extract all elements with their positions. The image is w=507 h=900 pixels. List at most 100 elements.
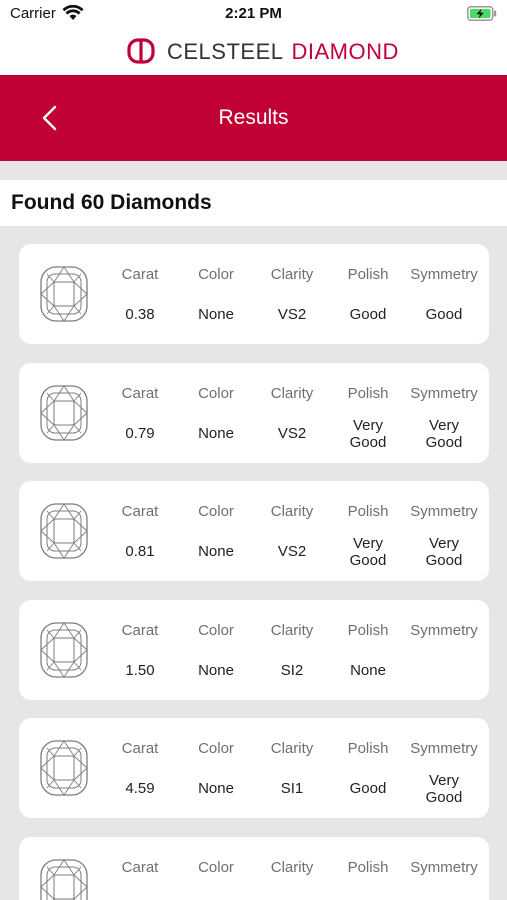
column-color: Color None	[177, 363, 255, 463]
polish-label: Polish	[347, 621, 389, 639]
clarity-value: VS2	[277, 424, 307, 442]
diamond-card[interactable]: Carat 0.81 Color None Clarity VS2 Polish Very G…	[19, 481, 489, 581]
symmetry-label: Symmetry	[410, 621, 478, 639]
symmetry-value: Good	[425, 306, 463, 323]
column-symmetry: Symmetry Very Good	[405, 718, 483, 818]
polish-value: None	[350, 661, 386, 679]
column-polish: Polish Very Good	[329, 481, 407, 581]
carat-value: 4.59	[125, 780, 155, 797]
symmetry-label: Symmetry	[410, 384, 478, 402]
color-value: None	[198, 543, 234, 560]
column-clarity: Clarity SI2	[253, 600, 331, 700]
carat-label: Carat	[121, 858, 159, 876]
clarity-label: Clarity	[270, 266, 314, 283]
cushion-diamond-icon	[40, 740, 88, 796]
battery-charging-icon	[467, 6, 497, 21]
symmetry-label: Symmetry	[410, 858, 478, 876]
column-color: Color None	[177, 600, 255, 700]
column-clarity: Clarity SI1	[253, 718, 331, 818]
column-symmetry: Symmetry Very Good	[405, 481, 483, 581]
clarity-value: VS2	[277, 543, 307, 560]
results-count: Found 60 Diamonds	[11, 191, 212, 214]
column-carat: Carat 4.59	[101, 718, 179, 818]
polish-value: Good	[349, 780, 387, 797]
carat-value: 0.38	[125, 306, 155, 323]
column-polish: Polish Good	[329, 718, 407, 818]
column-color: Color None	[177, 244, 255, 344]
carat-label: Carat	[121, 503, 159, 520]
column-carat: Carat 0.38	[101, 244, 179, 344]
carat-label: Carat	[121, 384, 159, 402]
brand-word-diamond: DIAMOND	[291, 39, 399, 64]
diamond-card[interactable]: Carat 0.79 Color None Clarity VS2 Polish Very G…	[19, 362, 489, 463]
color-label: Color	[198, 740, 234, 757]
clarity-label: Clarity	[270, 503, 314, 520]
clarity-value: SI2	[280, 661, 304, 679]
polish-value: Very Good	[349, 416, 387, 451]
color-value: None	[198, 661, 234, 679]
diamond-card[interactable]: Carat Color Clarity PolishVerySymmetry	[19, 836, 489, 900]
column-polish: PolishVery	[329, 837, 407, 900]
column-carat: Carat 0.79	[101, 363, 179, 463]
brand-header: CELSTEEL DIAMOND	[0, 30, 507, 75]
clarity-value: VS2	[277, 306, 307, 323]
column-clarity: Clarity VS2	[253, 244, 331, 344]
column-clarity: Clarity	[253, 837, 331, 900]
polish-label: Polish	[347, 503, 389, 520]
diamond-card[interactable]: Carat 1.50 Color None Clarity SI2 Polish None Sy…	[19, 599, 489, 700]
carat-label: Carat	[121, 621, 159, 639]
polish-value: Good	[349, 306, 387, 323]
column-symmetry: Symmetry	[405, 837, 483, 900]
color-label: Color	[198, 384, 234, 402]
cushion-diamond-icon	[40, 621, 88, 678]
symmetry-value: Very Good	[425, 416, 463, 451]
clarity-label: Clarity	[270, 740, 314, 757]
color-label: Color	[198, 858, 234, 876]
column-color: Color None	[177, 481, 255, 581]
column-color: Color	[177, 837, 255, 900]
polish-label: Polish	[347, 266, 389, 283]
nav-bar: Results	[0, 75, 507, 161]
diamond-card[interactable]: Carat 0.38 Color None Clarity VS2 Polish Good Sy…	[19, 244, 489, 344]
column-polish: Polish None	[329, 600, 407, 700]
polish-value: Very Good	[349, 535, 387, 569]
column-clarity: Clarity VS2	[253, 363, 331, 463]
symmetry-label: Symmetry	[410, 266, 478, 283]
color-label: Color	[198, 621, 234, 639]
diamond-list[interactable]: Carat 0.38 Color None Clarity VS2 Polish Good Sy…	[0, 226, 507, 900]
column-symmetry: Symmetry Good	[405, 244, 483, 344]
celsteel-logo-icon	[127, 38, 155, 64]
clock: 2:21 PM	[225, 5, 282, 22]
column-clarity: Clarity VS2	[253, 481, 331, 581]
color-value: None	[198, 306, 234, 323]
polish-label: Polish	[347, 740, 389, 757]
clarity-label: Clarity	[270, 621, 314, 639]
clarity-value: SI1	[280, 780, 304, 797]
column-symmetry: Symmetry Very Good	[405, 363, 483, 463]
column-polish: Polish Very Good	[329, 363, 407, 463]
color-value: None	[198, 424, 234, 442]
column-carat: Carat 1.50	[101, 600, 179, 700]
carat-value: 0.81	[125, 543, 155, 560]
polish-label: Polish	[347, 858, 389, 876]
color-label: Color	[198, 266, 234, 283]
color-value: None	[198, 780, 234, 797]
carat-value: 0.79	[125, 424, 155, 442]
brand-word-celsteel: CELSTEEL	[167, 39, 284, 64]
symmetry-value: Very Good	[425, 535, 463, 569]
results-count-bar: Found 60 Diamonds	[0, 180, 507, 226]
cushion-diamond-icon	[40, 858, 88, 900]
carat-value: 1.50	[125, 661, 155, 679]
column-symmetry: Symmetry	[405, 600, 483, 700]
color-label: Color	[198, 503, 234, 520]
column-carat: Carat 0.81	[101, 481, 179, 581]
carat-label: Carat	[121, 740, 159, 757]
cushion-diamond-icon	[40, 266, 88, 322]
symmetry-label: Symmetry	[410, 740, 478, 757]
column-carat: Carat	[101, 837, 179, 900]
symmetry-label: Symmetry	[410, 503, 478, 520]
diamond-card[interactable]: Carat 4.59 Color None Clarity SI1 Polish Good Sy…	[19, 718, 489, 818]
cushion-diamond-icon	[40, 503, 88, 559]
symmetry-value	[405, 662, 483, 702]
symmetry-value: Very Good	[425, 772, 463, 806]
